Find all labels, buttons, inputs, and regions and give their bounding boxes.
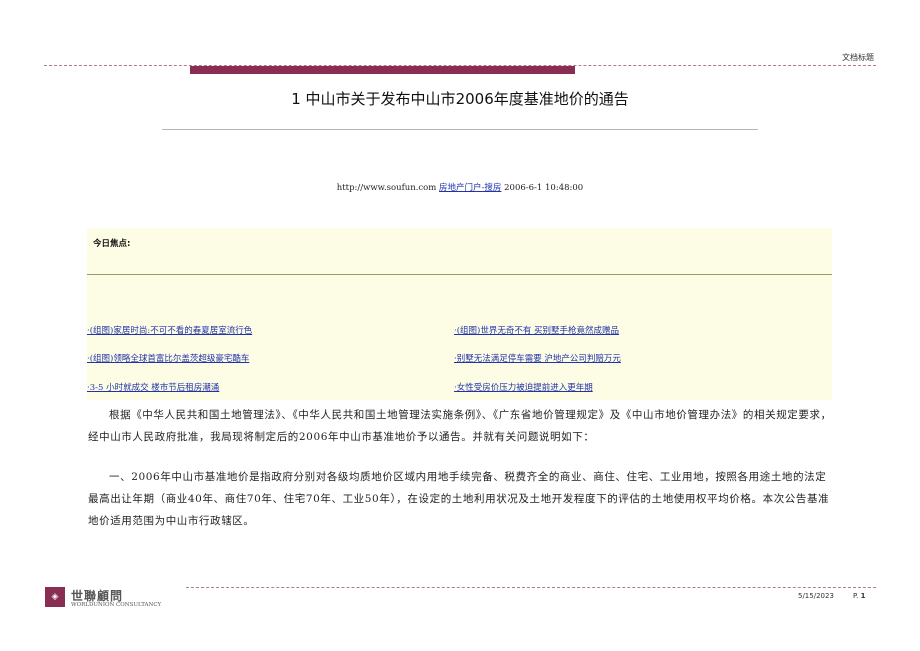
footer-date: 5/15/2023 — [798, 592, 834, 600]
footer-divider — [186, 587, 876, 588]
source-datetime: 2006-6-1 10:48:00 — [504, 183, 584, 193]
news-link[interactable]: ·(组图)领略全球首富比尔盖茨超级豪宅酷车 — [87, 352, 249, 364]
title-divider — [162, 129, 758, 130]
source-url: http://www.soufun.com — [336, 183, 437, 193]
company-logo: ◈ 世聯顧問 WORLDUNION CONSULTANCY — [45, 587, 185, 609]
news-link[interactable]: ·(组图)家居时尚:不可不看的春夏居室流行色 — [87, 324, 252, 336]
page-number: 1 — [860, 592, 866, 600]
focus-divider — [87, 274, 832, 275]
focus-panel: 今日焦点: ·(组图)家居时尚:不可不看的春夏居室流行色 ·(组图)领略全球首富… — [87, 228, 832, 400]
news-link[interactable]: ·(组图)世界无奇不有 买别墅手枪竟然成赠品 — [454, 324, 619, 336]
page-prefix: P. — [853, 592, 859, 600]
header-accent-bar — [190, 66, 575, 74]
source-site-link[interactable]: 房地产门户-搜房 — [439, 183, 501, 193]
source-line: http://www.soufun.com 房地产门户-搜房 2006-6-1 … — [0, 181, 920, 193]
page-title: 1 中山市关于发布中山市2006年度基准地价的通告 — [291, 90, 629, 108]
news-link[interactable]: ·别墅无法满足停车需要 沪地产公司判赔万元 — [454, 352, 621, 364]
document-label: 文档标题 — [842, 53, 874, 62]
news-link[interactable]: ·3-5 小时就成交 楼市节后租房潮涌 — [87, 381, 219, 393]
news-link[interactable]: ·女性受房价压力被迫提前进入更年期 — [454, 381, 593, 393]
logo-name-en: WORLDUNION CONSULTANCY — [71, 602, 162, 608]
logo-mark-icon: ◈ — [45, 587, 65, 607]
body-paragraph: 一、2006年中山市基准地价是指政府分别对各级均质地价区域内用地手续完备、税费齐… — [88, 471, 830, 527]
body-paragraph: 根据《中华人民共和国土地管理法》、《中华人民共和国土地管理法实施条例》、《广东省… — [88, 409, 832, 443]
focus-title: 今日焦点: — [93, 239, 131, 249]
footer-page: P. 1 — [853, 592, 865, 600]
